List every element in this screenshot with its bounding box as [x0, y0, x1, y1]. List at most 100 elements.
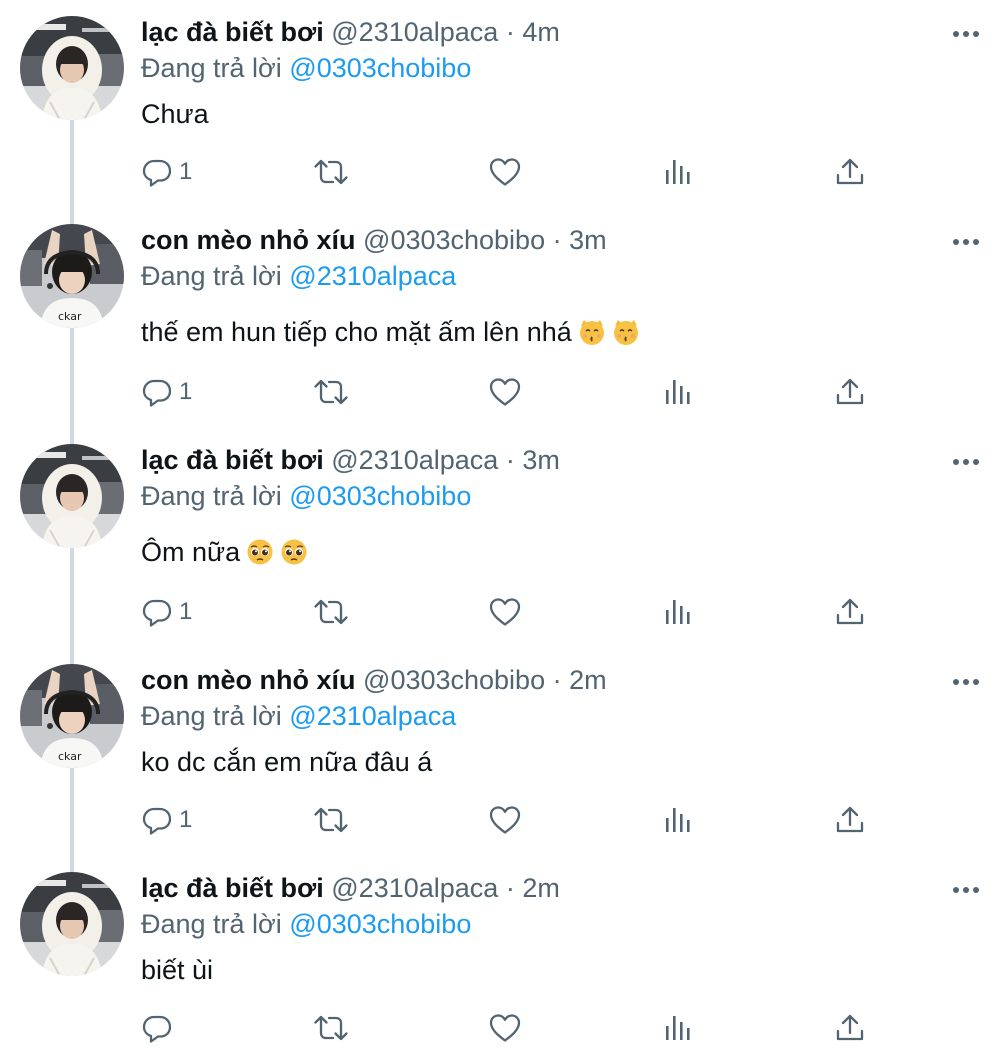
more-icon[interactable] [950, 454, 982, 470]
avatar[interactable]: ckar [20, 224, 124, 328]
tweet[interactable]: lạc đà biết bơi @2310alpaca · 2m Đang tr… [0, 856, 1000, 1055]
replying-to-mention[interactable]: @0303chobibo [289, 481, 471, 511]
author-handle[interactable]: @0303chobibo [363, 665, 545, 695]
reply-button[interactable]: 1 [141, 592, 192, 632]
separator-dot: · [498, 445, 523, 475]
share-icon [834, 156, 866, 188]
tweet[interactable]: lạc đà biết bơi @2310alpaca · 3m Đang tr… [0, 428, 1000, 648]
reply-button[interactable]: 1 [141, 800, 192, 840]
more-icon[interactable] [950, 234, 982, 250]
retweet-button[interactable] [313, 1008, 349, 1048]
reply-button[interactable]: 1 [141, 152, 192, 192]
views-button[interactable] [663, 800, 693, 840]
share-button[interactable] [834, 592, 866, 632]
more-icon[interactable] [950, 674, 982, 690]
views-button[interactable] [663, 592, 693, 632]
share-button[interactable] [834, 1008, 866, 1048]
share-button[interactable] [834, 800, 866, 840]
reply-icon [141, 156, 173, 188]
tweet[interactable]: lạc đà biết bơi @2310alpaca · 4m Đang tr… [0, 0, 1000, 208]
reply-icon [141, 596, 173, 628]
reply-count: 1 [179, 806, 193, 833]
tweet-text-content: Ôm nữa [141, 537, 241, 567]
tweet-header: lạc đà biết bơi @2310alpaca · 4m [141, 14, 560, 50]
tweet-text: Ôm nữa [141, 534, 308, 575]
replying-to-label: Đang trả lời [141, 701, 282, 731]
tweet-header: con mèo nhỏ xíu @0303chobibo · 2m [141, 662, 607, 698]
share-icon [834, 376, 866, 408]
tweet-text-content: thế em hun tiếp cho mặt ấm lên nhá [141, 317, 572, 347]
timestamp[interactable]: 3m [522, 445, 560, 475]
author-handle[interactable]: @0303chobibo [363, 225, 545, 255]
retweet-button[interactable] [313, 372, 349, 412]
separator-dot: · [545, 225, 570, 255]
separator-dot: · [545, 665, 570, 695]
like-icon [488, 376, 522, 408]
avatar[interactable]: ckar [20, 664, 124, 768]
like-button[interactable] [488, 372, 522, 412]
views-button[interactable] [663, 372, 693, 412]
action-bar [0, 1008, 1000, 1048]
author-name[interactable]: lạc đà biết bơi [141, 445, 324, 475]
tweet-header: lạc đà biết bơi @2310alpaca · 3m [141, 442, 560, 478]
reply-button[interactable] [141, 1008, 179, 1048]
replying-to-label: Đang trả lời [141, 481, 282, 511]
like-button[interactable] [488, 1008, 522, 1048]
like-button[interactable] [488, 800, 522, 840]
tweet[interactable]: ckar con mèo nhỏ xíu @0303chobibo · 2m Đ… [0, 648, 1000, 856]
views-button[interactable] [663, 1008, 693, 1048]
timestamp[interactable]: 3m [569, 225, 607, 255]
tweet[interactable]: ckar con mèo nhỏ xíu @0303chobibo · 3m Đ… [0, 208, 1000, 428]
author-name[interactable]: con mèo nhỏ xíu [141, 665, 356, 695]
separator-dot: · [498, 17, 523, 47]
reply-icon [141, 804, 173, 836]
retweet-icon [313, 1012, 349, 1044]
author-handle[interactable]: @2310alpaca [331, 445, 498, 475]
timestamp[interactable]: 2m [522, 873, 560, 903]
tweet-text-content: Chưa [141, 99, 209, 129]
like-button[interactable] [488, 152, 522, 192]
retweet-icon [313, 596, 349, 628]
avatar[interactable] [20, 872, 124, 976]
tweet-text: ko dc cắn em nữa đâu á [141, 744, 432, 780]
reply-button[interactable]: 1 [141, 372, 192, 412]
share-icon [834, 804, 866, 836]
share-icon [834, 1012, 866, 1044]
replying-to-mention[interactable]: @2310alpaca [289, 261, 456, 291]
share-button[interactable] [834, 152, 866, 192]
action-bar: 1 [0, 152, 1000, 192]
replying-to-mention[interactable]: @0303chobibo [289, 909, 471, 939]
replying-to-mention[interactable]: @0303chobibo [289, 53, 471, 83]
pleading-face-emoji [280, 538, 308, 575]
tweet-text: Chưa [141, 96, 209, 132]
retweet-button[interactable] [313, 800, 349, 840]
tweet-text: thế em hun tiếp cho mặt ấm lên nhá [141, 314, 640, 355]
retweet-button[interactable] [313, 152, 349, 192]
reply-icon [141, 376, 173, 408]
views-icon [663, 804, 693, 836]
pleading-face-emoji [246, 538, 274, 575]
more-icon[interactable] [950, 26, 982, 42]
replying-to-mention[interactable]: @2310alpaca [289, 701, 456, 731]
avatar[interactable] [20, 444, 124, 548]
replying-to: Đang trả lời @0303chobibo [141, 906, 471, 942]
timestamp[interactable]: 4m [522, 17, 560, 47]
share-button[interactable] [834, 372, 866, 412]
like-button[interactable] [488, 592, 522, 632]
reply-count: 1 [179, 158, 193, 185]
author-handle[interactable]: @2310alpaca [331, 873, 498, 903]
like-icon [488, 156, 522, 188]
reply-count: 1 [179, 378, 193, 405]
author-handle[interactable]: @2310alpaca [331, 17, 498, 47]
like-icon [488, 1012, 522, 1044]
timestamp[interactable]: 2m [569, 665, 607, 695]
action-bar: 1 [0, 372, 1000, 412]
retweet-button[interactable] [313, 592, 349, 632]
more-icon[interactable] [950, 882, 982, 898]
author-name[interactable]: con mèo nhỏ xíu [141, 225, 356, 255]
separator-dot: · [498, 873, 523, 903]
views-button[interactable] [663, 152, 693, 192]
author-name[interactable]: lạc đà biết bơi [141, 873, 324, 903]
author-name[interactable]: lạc đà biết bơi [141, 17, 324, 47]
avatar[interactable] [20, 16, 124, 120]
